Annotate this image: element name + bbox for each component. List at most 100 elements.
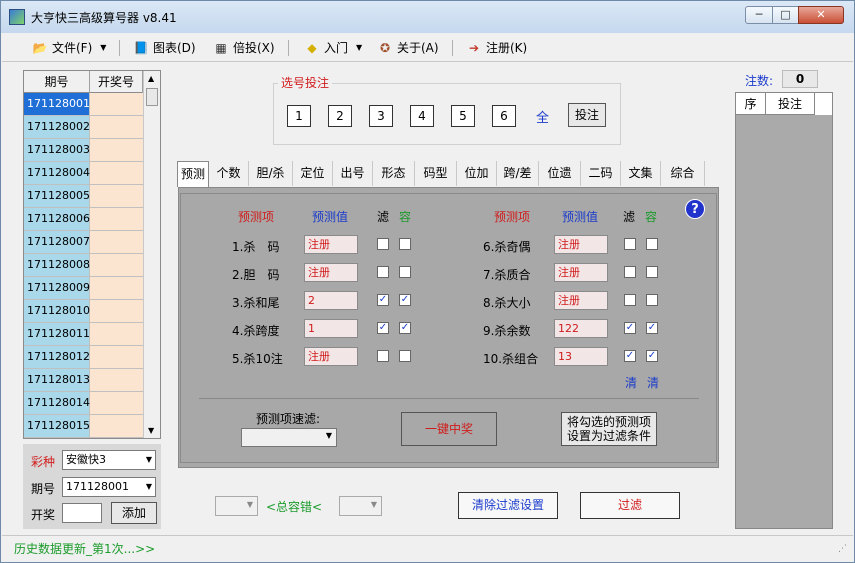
menu-register[interactable]: ➔ 注册(K) (466, 39, 527, 57)
table-row[interactable]: 171128001 (24, 93, 160, 116)
predict-value-input[interactable]: 注册 (304, 235, 358, 254)
table-row[interactable]: 171128005 (24, 185, 160, 208)
clear-filter-settings-button[interactable]: 清除过滤设置 (458, 492, 558, 519)
prize-cell[interactable] (90, 162, 143, 184)
tab-7[interactable]: 位加 (457, 161, 497, 186)
add-button[interactable]: 添加 (111, 502, 157, 524)
scroll-down-icon[interactable]: ▼ (148, 426, 154, 435)
tolerance-checkbox[interactable] (646, 238, 658, 250)
bet-list[interactable]: 序 投注 (735, 92, 833, 529)
col-bet-header[interactable]: 投注 (766, 93, 815, 115)
prize-cell[interactable] (90, 415, 143, 437)
close-button[interactable]: ✕ (798, 6, 844, 24)
filter-checkbox[interactable] (377, 238, 389, 250)
tab-5[interactable]: 形态 (373, 161, 415, 186)
tolerance-checkbox[interactable] (399, 266, 411, 278)
number-button-2[interactable]: 2 (328, 105, 352, 127)
predict-value-input[interactable]: 122 (554, 319, 608, 338)
minimize-button[interactable]: ─ (745, 6, 773, 24)
table-row[interactable]: 171128006 (24, 208, 160, 231)
number-button-4[interactable]: 4 (410, 105, 434, 127)
prize-cell[interactable] (90, 300, 143, 322)
predict-value-input[interactable]: 注册 (554, 235, 608, 254)
prize-cell[interactable] (90, 277, 143, 299)
filter-checkbox[interactable]: ✓ (624, 322, 636, 334)
number-button-3[interactable]: 3 (369, 105, 393, 127)
table-row[interactable]: 171128010 (24, 300, 160, 323)
error-max-select[interactable]: ▼ (339, 496, 382, 516)
history-scrollbar[interactable]: ▲ ▼ (143, 71, 160, 438)
predict-value-input[interactable]: 注册 (554, 263, 608, 282)
filter-checkbox[interactable] (624, 266, 636, 278)
tolerance-checkbox[interactable]: ✓ (646, 322, 658, 334)
select-all-link[interactable]: 全 (536, 107, 549, 126)
table-row[interactable]: 171128007 (24, 231, 160, 254)
tab-11[interactable]: 文集 (621, 161, 661, 186)
scroll-up-icon[interactable]: ▲ (148, 74, 154, 83)
filter-button[interactable]: 过滤 (580, 492, 680, 519)
set-as-filter-button[interactable]: 将勾选的预测项 设置为过滤条件 (561, 412, 657, 446)
quick-filter-select[interactable]: ▼ (241, 428, 337, 447)
col-seq-header[interactable]: 序 (736, 93, 766, 115)
clear-filter-link[interactable]: 清 (625, 374, 637, 391)
prize-cell[interactable] (90, 208, 143, 230)
predict-value-input[interactable]: 13 (554, 347, 608, 366)
filter-checkbox[interactable]: ✓ (377, 294, 389, 306)
number-button-6[interactable]: 6 (492, 105, 516, 127)
menu-intro[interactable]: ◆ 入门 ▼ (304, 39, 362, 57)
number-button-5[interactable]: 5 (451, 105, 475, 127)
filter-checkbox[interactable]: ✓ (377, 322, 389, 334)
table-row[interactable]: 171128003 (24, 139, 160, 162)
history-table[interactable]: 期号 开奖号 171128001 171128002 171128003 171128… (23, 70, 161, 439)
prize-cell[interactable] (90, 185, 143, 207)
maximize-button[interactable]: □ (772, 6, 799, 24)
number-button-1[interactable]: 1 (287, 105, 311, 127)
menu-chart[interactable]: 📘 图表(D) (133, 39, 196, 57)
tolerance-checkbox[interactable]: ✓ (646, 350, 658, 362)
table-row[interactable]: 171128008 (24, 254, 160, 277)
tab-12[interactable]: 综合 (661, 161, 705, 186)
table-row[interactable]: 171128015 (24, 415, 160, 438)
tab-2[interactable]: 胆/杀 (249, 161, 293, 186)
period-select[interactable]: 171128001 ▼ (62, 477, 156, 497)
tab-10[interactable]: 二码 (581, 161, 621, 186)
menu-multiple[interactable]: ▦ 倍投(X) (213, 39, 274, 57)
prize-cell[interactable] (90, 369, 143, 391)
tab-4[interactable]: 出号 (333, 161, 373, 186)
tab-0[interactable]: 预测 (177, 161, 209, 187)
tab-6[interactable]: 码型 (415, 161, 457, 186)
filter-checkbox[interactable] (377, 266, 389, 278)
prize-cell[interactable] (90, 323, 143, 345)
col-prize-header[interactable]: 开奖号 (90, 71, 143, 93)
predict-value-input[interactable]: 注册 (304, 347, 358, 366)
filter-checkbox[interactable]: ✓ (624, 350, 636, 362)
menu-file[interactable]: 📂 文件(F) ▼ (32, 39, 107, 57)
predict-value-input[interactable]: 注册 (304, 263, 358, 282)
error-min-select[interactable]: ▼ (215, 496, 258, 516)
scroll-thumb[interactable] (146, 88, 158, 106)
tab-1[interactable]: 个数 (209, 161, 249, 186)
table-row[interactable]: 171128002 (24, 116, 160, 139)
table-row[interactable]: 171128009 (24, 277, 160, 300)
lottery-type-select[interactable]: 安徽快3 ▼ (62, 450, 156, 470)
menu-about[interactable]: ✪ 关于(A) (377, 39, 439, 57)
prize-cell[interactable] (90, 231, 143, 253)
tolerance-checkbox[interactable] (646, 266, 658, 278)
help-icon[interactable]: ? (685, 199, 705, 219)
col-period-header[interactable]: 期号 (24, 71, 90, 93)
filter-checkbox[interactable] (624, 238, 636, 250)
table-row[interactable]: 171128014 (24, 392, 160, 415)
tolerance-checkbox[interactable] (399, 238, 411, 250)
tab-8[interactable]: 跨/差 (497, 161, 539, 186)
one-click-win-button[interactable]: 一键中奖 (401, 412, 497, 446)
bet-button[interactable]: 投注 (568, 103, 606, 127)
tab-9[interactable]: 位遗 (539, 161, 581, 186)
table-row[interactable]: 171128012 (24, 346, 160, 369)
predict-value-input[interactable]: 1 (304, 319, 358, 338)
prize-cell[interactable] (90, 93, 143, 115)
prize-cell[interactable] (90, 346, 143, 368)
tolerance-checkbox[interactable]: ✓ (399, 322, 411, 334)
tab-3[interactable]: 定位 (293, 161, 333, 186)
tolerance-checkbox[interactable] (399, 350, 411, 362)
prize-cell[interactable] (90, 139, 143, 161)
